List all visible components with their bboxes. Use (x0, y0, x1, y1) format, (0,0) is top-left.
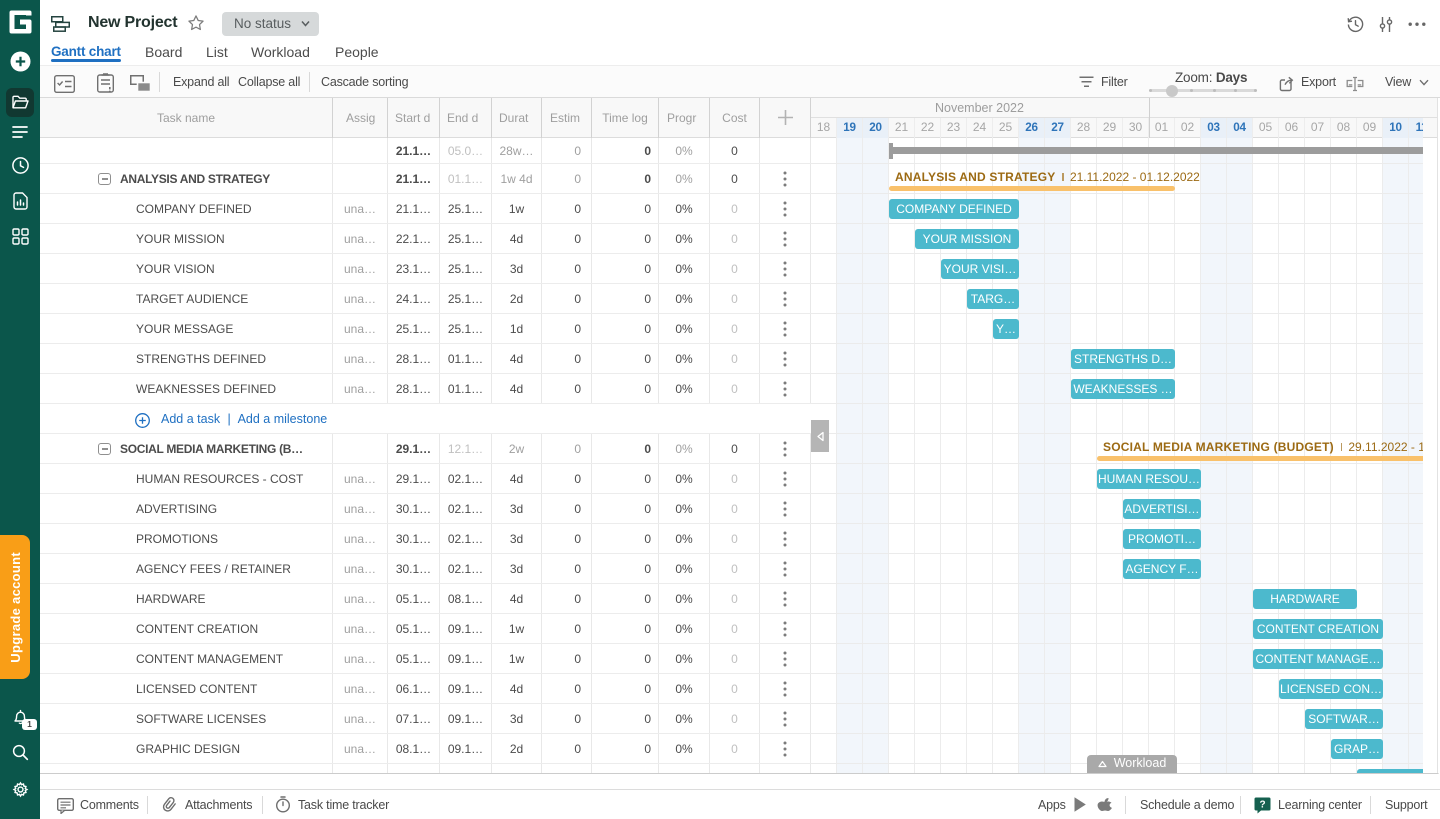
svg-text:?: ? (1260, 799, 1266, 810)
